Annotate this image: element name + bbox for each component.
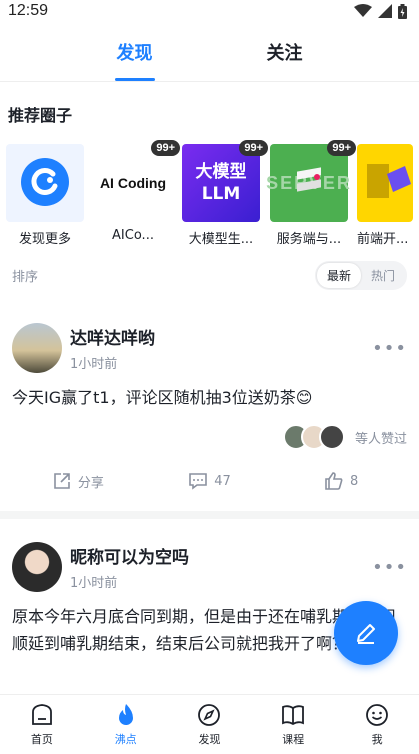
server-illustration-icon xyxy=(297,167,321,192)
status-bar: 12:59 xyxy=(0,0,419,22)
comment-count: 47 xyxy=(214,473,231,489)
circle-badge: 99+ xyxy=(239,140,268,156)
nav-boiling-point[interactable]: 沸点 xyxy=(84,695,168,754)
circle-image: AI Coding 99+ xyxy=(94,140,180,222)
circle-item-ai-coding[interactable]: AI Coding 99+ AICo... xyxy=(93,140,180,256)
likers-row[interactable]: 等人赞过 xyxy=(12,423,407,451)
circle-list: 发现更多 AI Coding 99+ AICo... 大模型 LLM 99+ 大… xyxy=(0,126,419,256)
circle-label: 前端开... xyxy=(357,232,409,247)
circle-item-llm[interactable]: 大模型 LLM 99+ 大模型生... xyxy=(181,140,268,256)
battery-icon xyxy=(398,3,407,19)
compass-icon xyxy=(198,704,221,726)
circle-label: AICo... xyxy=(112,228,154,243)
book-icon xyxy=(282,705,305,726)
home-icon xyxy=(31,704,52,725)
thumbs-up-icon xyxy=(325,472,343,490)
post-time: 1小时前 xyxy=(70,576,118,591)
circle-image-text: AI Coding xyxy=(99,175,167,191)
signal-icon xyxy=(378,4,392,18)
discover-logo-icon xyxy=(21,158,69,206)
nav-discover[interactable]: 发现 xyxy=(168,695,252,754)
bottom-nav: 首页 沸点 发现 课程 我 xyxy=(0,694,419,754)
recommended-title: 推荐圈子 xyxy=(8,106,73,125)
avatar[interactable] xyxy=(12,542,62,592)
sort-option-hot[interactable]: 热门 xyxy=(361,263,405,288)
sort-switch: 最新 热门 xyxy=(314,260,407,290)
post-actions: 分享 47 8 xyxy=(12,451,407,511)
share-label: 分享 xyxy=(77,475,104,491)
nav-label: 课程 xyxy=(282,733,305,746)
circle-image xyxy=(357,144,413,222)
liker-avatar xyxy=(318,424,345,450)
compose-button[interactable] xyxy=(334,601,398,665)
circle-label: 发现更多 xyxy=(18,232,71,247)
post-text: 今天IG赢了t1，评论区随机抽3位送奶茶😊 xyxy=(12,388,313,407)
post-card[interactable]: 达咩达咩哟 1小时前 ••• 今天IG赢了t1，评论区随机抽3位送奶茶😊 等人赞… xyxy=(0,294,419,511)
circle-item-frontend[interactable]: 前端开... xyxy=(357,144,413,256)
frontend-illustration-icon xyxy=(367,164,411,198)
circle-image xyxy=(6,144,84,222)
share-button[interactable]: 分享 xyxy=(12,471,144,491)
nav-label: 首页 xyxy=(30,733,53,746)
circle-badge: 99+ xyxy=(327,140,356,156)
circle-item-server[interactable]: SERVER 99+ 服务端与... xyxy=(266,140,356,256)
status-icons xyxy=(354,3,407,19)
comment-icon xyxy=(189,473,208,490)
circle-item-discover-more[interactable]: 发现更多 xyxy=(5,144,85,256)
post-divider xyxy=(0,511,419,519)
post-header: 昵称可以为空吗 1小时前 ••• xyxy=(12,539,407,595)
nav-label: 发现 xyxy=(198,733,221,746)
comment-button[interactable]: 47 xyxy=(144,471,276,491)
post-meta: 昵称可以为空吗 1小时前 xyxy=(70,543,372,591)
flame-icon xyxy=(118,704,133,725)
post-meta: 达咩达咩哟 1小时前 xyxy=(70,324,372,372)
more-options-icon[interactable]: ••• xyxy=(372,557,407,578)
nav-me[interactable]: 我 xyxy=(335,695,419,754)
status-time: 12:59 xyxy=(8,2,49,19)
share-icon xyxy=(54,473,70,489)
tab-discover[interactable]: 发现 xyxy=(60,39,210,81)
nav-courses[interactable]: 课程 xyxy=(251,695,335,754)
post-author[interactable]: 达咩达咩哟 xyxy=(70,324,372,349)
sort-option-latest[interactable]: 最新 xyxy=(316,262,361,288)
nav-label: 我 xyxy=(371,733,383,746)
like-count: 8 xyxy=(350,473,359,489)
circle-image-text: 大模型 LLM xyxy=(195,162,247,204)
circle-image: SERVER 99+ xyxy=(266,140,356,222)
tab-following[interactable]: 关注 xyxy=(210,39,360,81)
sort-label: 排序 xyxy=(12,269,39,285)
circle-label: 服务端与... xyxy=(276,232,342,247)
post-author[interactable]: 昵称可以为空吗 xyxy=(70,543,372,568)
circle-badge: 99+ xyxy=(151,140,180,156)
nav-home[interactable]: 首页 xyxy=(0,695,84,754)
like-button[interactable]: 8 xyxy=(275,471,407,491)
more-options-icon[interactable]: ••• xyxy=(372,338,407,359)
circle-label: 大模型生... xyxy=(188,232,254,247)
wifi-icon xyxy=(354,4,372,17)
smile-icon xyxy=(366,704,388,726)
post-time: 1小时前 xyxy=(70,357,118,372)
sort-row: 排序 最新 热门 xyxy=(0,256,419,294)
circle-image: 大模型 LLM 99+ xyxy=(182,140,268,222)
top-tabs: 发现 关注 xyxy=(0,22,419,82)
nav-label: 沸点 xyxy=(114,733,137,746)
edit-pen-icon xyxy=(357,624,375,644)
post-header: 达咩达咩哟 1小时前 ••• xyxy=(12,320,407,376)
likers-text: 等人赞过 xyxy=(354,431,407,447)
avatar[interactable] xyxy=(12,323,62,373)
